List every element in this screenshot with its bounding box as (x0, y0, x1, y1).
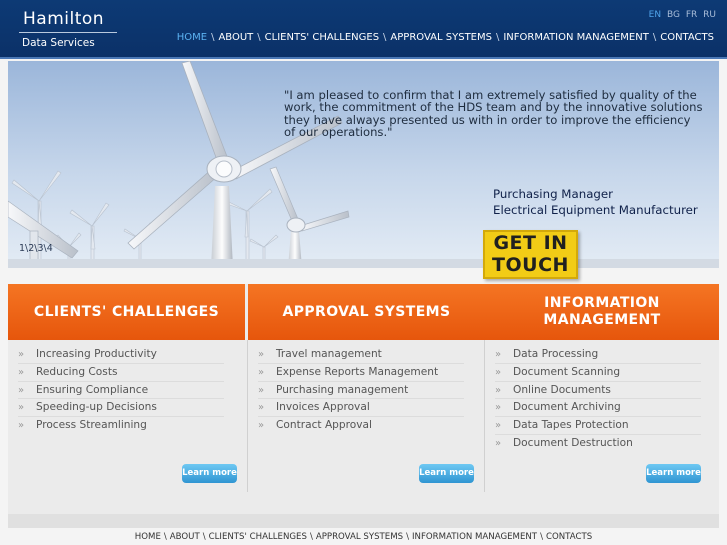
logo-rule (19, 32, 117, 33)
site-header: Hamilton Data Services EN BG FR RU HOME \… (0, 0, 727, 59)
footer-separator: \ (540, 532, 543, 542)
nav-clients-challenges[interactable]: CLIENTS' CHALLENGES (265, 32, 379, 43)
footer-nav-about[interactable]: ABOUT (170, 532, 200, 542)
footer-nav-information-management[interactable]: INFORMATION MANAGEMENT (412, 532, 537, 542)
list-item[interactable]: Data Tapes Protection (495, 417, 701, 435)
column-clients-challenges: CLIENTS' CHALLENGES Increasing Productiv… (8, 284, 245, 514)
footer-nav-home[interactable]: HOME (135, 532, 161, 542)
nav-separator: \ (211, 32, 215, 43)
main-nav: HOME \ ABOUT \ CLIENTS' CHALLENGES \ APPROVAL … (177, 32, 714, 43)
list-item[interactable]: Data Processing (495, 346, 701, 364)
nav-separator: \ (383, 32, 387, 43)
footer-nav-clients-challenges[interactable]: CLIENTS' CHALLENGES (209, 532, 307, 542)
list-item[interactable]: Document Archiving (495, 399, 701, 418)
learn-more-button[interactable]: Learn more (182, 464, 237, 483)
cta-line-2: TOUCH (492, 254, 569, 276)
content-bottom-bar (8, 514, 719, 528)
column-list: Travel management Expense Reports Manage… (258, 346, 485, 435)
nav-approval-systems[interactable]: APPROVAL SYSTEMS (390, 32, 492, 43)
nav-contacts[interactable]: CONTACTS (660, 32, 714, 43)
language-switcher: EN BG FR RU (646, 10, 716, 20)
list-item[interactable]: Document Scanning (495, 364, 701, 382)
learn-more-button[interactable]: Learn more (646, 464, 701, 483)
attribution-company: Electrical Equipment Manufacturer (493, 202, 698, 217)
list-item[interactable]: Invoices Approval (258, 399, 464, 418)
attribution-role: Purchasing Manager (493, 187, 614, 201)
list-item[interactable]: Online Documents (495, 382, 701, 400)
list-item[interactable]: Document Destruction (495, 435, 701, 453)
list-item[interactable]: Travel management (258, 346, 464, 364)
get-in-touch-button[interactable]: GET IN TOUCH (483, 230, 578, 279)
list-item[interactable]: Contract Approval (258, 417, 464, 435)
column-title[interactable]: CLIENTS' CHALLENGES (8, 284, 245, 340)
learn-more-button[interactable]: Learn more (419, 464, 474, 483)
slide-4-link[interactable]: 4 (47, 243, 53, 254)
logo[interactable]: Hamilton Data Services (19, 9, 117, 50)
footer-nav: HOME \ ABOUT \ CLIENTS' CHALLENGES \ APPROVAL … (0, 532, 727, 542)
service-columns: CLIENTS' CHALLENGES Increasing Productiv… (8, 284, 719, 514)
slide-pager: 1\2\3\4 (19, 243, 53, 254)
list-item[interactable]: Reducing Costs (18, 364, 224, 382)
lang-bg[interactable]: BG (667, 10, 680, 20)
list-item[interactable]: Ensuring Compliance (18, 382, 224, 400)
lang-ru[interactable]: RU (703, 10, 716, 20)
testimonial-attribution: Purchasing Manager Electrical Equipment … (493, 187, 698, 218)
footer-nav-approval-systems[interactable]: APPROVAL SYSTEMS (316, 532, 403, 542)
list-item[interactable]: Increasing Productivity (18, 346, 224, 364)
nav-information-management[interactable]: INFORMATION MANAGEMENT (503, 32, 649, 43)
hero-banner: "I am pleased to confirm that I am extre… (8, 61, 719, 268)
nav-separator: \ (257, 32, 261, 43)
column-title[interactable]: INFORMATION MANAGEMENT (485, 284, 719, 340)
column-title[interactable]: APPROVAL SYSTEMS (248, 284, 485, 340)
nav-about[interactable]: ABOUT (218, 32, 253, 43)
list-item[interactable]: Process Streamlining (18, 417, 224, 435)
nav-separator: \ (652, 32, 657, 43)
testimonial-quote: "I am pleased to confirm that I am extre… (284, 88, 703, 140)
footer-separator: \ (406, 532, 410, 542)
lang-en[interactable]: EN (649, 10, 661, 20)
list-item[interactable]: Speeding-up Decisions (18, 399, 224, 418)
lang-fr[interactable]: FR (686, 10, 697, 20)
column-information-management: INFORMATION MANAGEMENT Data Processing D… (485, 284, 719, 514)
footer-separator: \ (163, 532, 167, 542)
footer-separator: \ (202, 532, 206, 542)
column-list: Increasing Productivity Reducing Costs E… (18, 346, 245, 435)
footer-separator: \ (309, 532, 313, 542)
nav-home[interactable]: HOME (177, 32, 207, 43)
logo-title: Hamilton (23, 9, 105, 29)
logo-subtitle: Data Services (22, 37, 95, 49)
list-item[interactable]: Purchasing management (258, 382, 464, 400)
nav-separator: \ (495, 32, 500, 43)
list-item[interactable]: Expense Reports Management (258, 364, 464, 382)
column-approval-systems: APPROVAL SYSTEMS Travel management Expen… (248, 284, 485, 514)
column-list: Data Processing Document Scanning Online… (495, 346, 722, 453)
cta-line-1: GET IN (493, 232, 568, 254)
footer-nav-contacts[interactable]: CONTACTS (546, 532, 592, 542)
